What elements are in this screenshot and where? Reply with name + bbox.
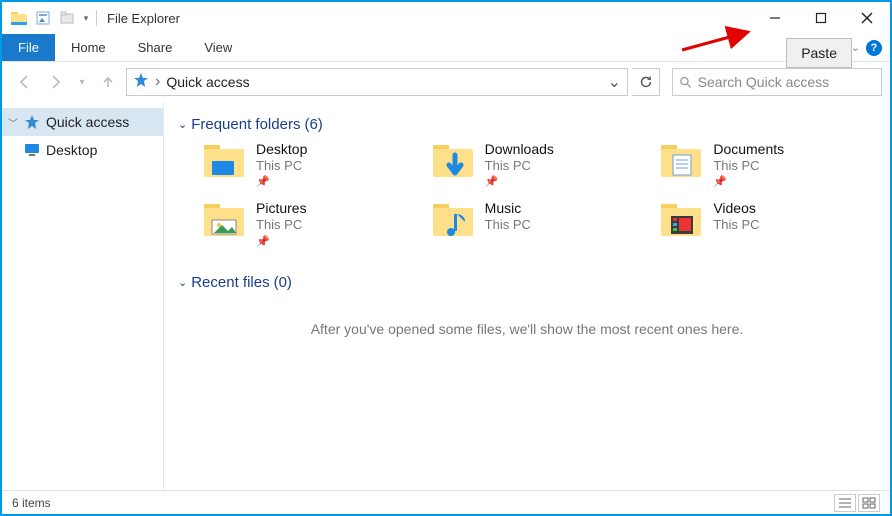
tab-home[interactable]: Home — [55, 34, 122, 61]
tab-file[interactable]: File — [2, 34, 55, 61]
folder-location: This PC — [713, 158, 784, 174]
folder-name: Desktop — [256, 141, 307, 158]
address-bar[interactable]: › Quick access ⌄ — [126, 68, 628, 96]
pictures-folder-icon — [202, 200, 246, 240]
close-button[interactable] — [844, 3, 890, 33]
folder-name: Videos — [713, 200, 759, 217]
recent-empty-message: After you've opened some files, we'll sh… — [178, 321, 876, 337]
quick-access-pin-icon — [133, 72, 149, 93]
folder-item-documents[interactable]: DocumentsThis PC📌 — [659, 141, 876, 188]
sidebar-item-quick-access[interactable]: Quick access — [2, 108, 163, 136]
search-box[interactable] — [672, 68, 882, 96]
ribbon-tabs: File Home Share View ⌄ ? — [2, 34, 890, 62]
sidebar-label-desktop: Desktop — [46, 142, 97, 158]
folder-location: This PC — [256, 217, 307, 233]
navigation-bar: ▾ › Quick access ⌄ — [2, 62, 890, 102]
refresh-button[interactable] — [632, 68, 660, 96]
sidebar-item-desktop[interactable]: Desktop — [2, 136, 163, 164]
pinned-icon: 📌 — [713, 175, 784, 188]
sidebar-label-quick-access: Quick access — [46, 114, 129, 130]
chevron-down-icon: ⌄ — [178, 276, 187, 289]
view-details-button[interactable] — [834, 494, 856, 512]
pinned-icon: 📌 — [256, 175, 307, 188]
qat-newfolder-icon[interactable] — [56, 7, 78, 29]
navigation-pane: ﹀ Quick access Desktop — [2, 102, 164, 490]
folder-item-music[interactable]: MusicThis PC — [431, 200, 648, 247]
nav-forward-button[interactable] — [42, 68, 70, 96]
folder-item-videos[interactable]: VideosThis PC — [659, 200, 876, 247]
status-bar: 6 items — [2, 490, 890, 514]
maximize-button[interactable] — [798, 3, 844, 33]
folder-location: This PC — [485, 158, 554, 174]
app-icon — [8, 7, 30, 29]
group-count-frequent: (6) — [304, 116, 322, 133]
qat-properties-icon[interactable] — [32, 7, 54, 29]
nav-recent-dropdown[interactable]: ▾ — [74, 68, 90, 96]
content-pane: ⌄ Frequent folders (6) DesktopThis PC📌Do… — [164, 102, 890, 490]
desktop-folder-icon — [202, 141, 246, 181]
folder-item-desktop[interactable]: DesktopThis PC📌 — [202, 141, 419, 188]
address-location[interactable]: Quick access — [166, 74, 249, 90]
group-header-frequent[interactable]: ⌄ Frequent folders (6) — [178, 116, 876, 133]
pinned-icon: 📌 — [485, 175, 554, 188]
folder-location: This PC — [485, 217, 531, 233]
minimize-button[interactable] — [752, 3, 798, 33]
downloads-folder-icon — [431, 141, 475, 181]
qat-customize-icon[interactable]: ▾ — [80, 7, 92, 29]
group-header-recent[interactable]: ⌄ Recent files (0) — [178, 274, 876, 291]
ribbon-expand-icon[interactable]: ⌄ — [851, 41, 860, 54]
folder-name: Downloads — [485, 141, 554, 158]
folder-name: Music — [485, 200, 531, 217]
group-label-recent: Recent files — [191, 274, 269, 291]
group-count-recent: (0) — [274, 274, 292, 291]
chevron-down-icon: ⌄ — [178, 118, 187, 131]
tab-view[interactable]: View — [188, 34, 248, 61]
tree-expand-icon[interactable]: ﹀ — [8, 115, 18, 130]
address-separator: › — [155, 73, 160, 91]
title-bar: ▾ File Explorer — [2, 2, 890, 34]
tab-share[interactable]: Share — [122, 34, 189, 61]
search-input[interactable] — [698, 74, 875, 90]
folder-name: Documents — [713, 141, 784, 158]
desktop-icon — [24, 143, 40, 157]
documents-folder-icon — [659, 141, 703, 181]
paste-tooltip[interactable]: Paste — [786, 38, 852, 68]
status-item-count: 6 items — [12, 496, 51, 510]
nav-up-button[interactable] — [94, 68, 122, 96]
help-icon[interactable]: ? — [866, 40, 882, 56]
folder-location: This PC — [256, 158, 307, 174]
folder-location: This PC — [713, 217, 759, 233]
group-label-frequent: Frequent folders — [191, 116, 300, 133]
pinned-icon: 📌 — [256, 235, 307, 248]
folder-name: Pictures — [256, 200, 307, 217]
quick-access-star-icon — [24, 114, 40, 130]
folder-item-pictures[interactable]: PicturesThis PC 📌 — [202, 200, 419, 247]
window-title: File Explorer — [107, 11, 180, 26]
music-folder-icon — [431, 200, 475, 240]
videos-folder-icon — [659, 200, 703, 240]
view-largeicons-button[interactable] — [858, 494, 880, 512]
folder-item-downloads[interactable]: DownloadsThis PC📌 — [431, 141, 648, 188]
search-icon — [679, 75, 692, 89]
address-history-dropdown[interactable]: ⌄ — [608, 72, 621, 92]
nav-back-button[interactable] — [10, 68, 38, 96]
